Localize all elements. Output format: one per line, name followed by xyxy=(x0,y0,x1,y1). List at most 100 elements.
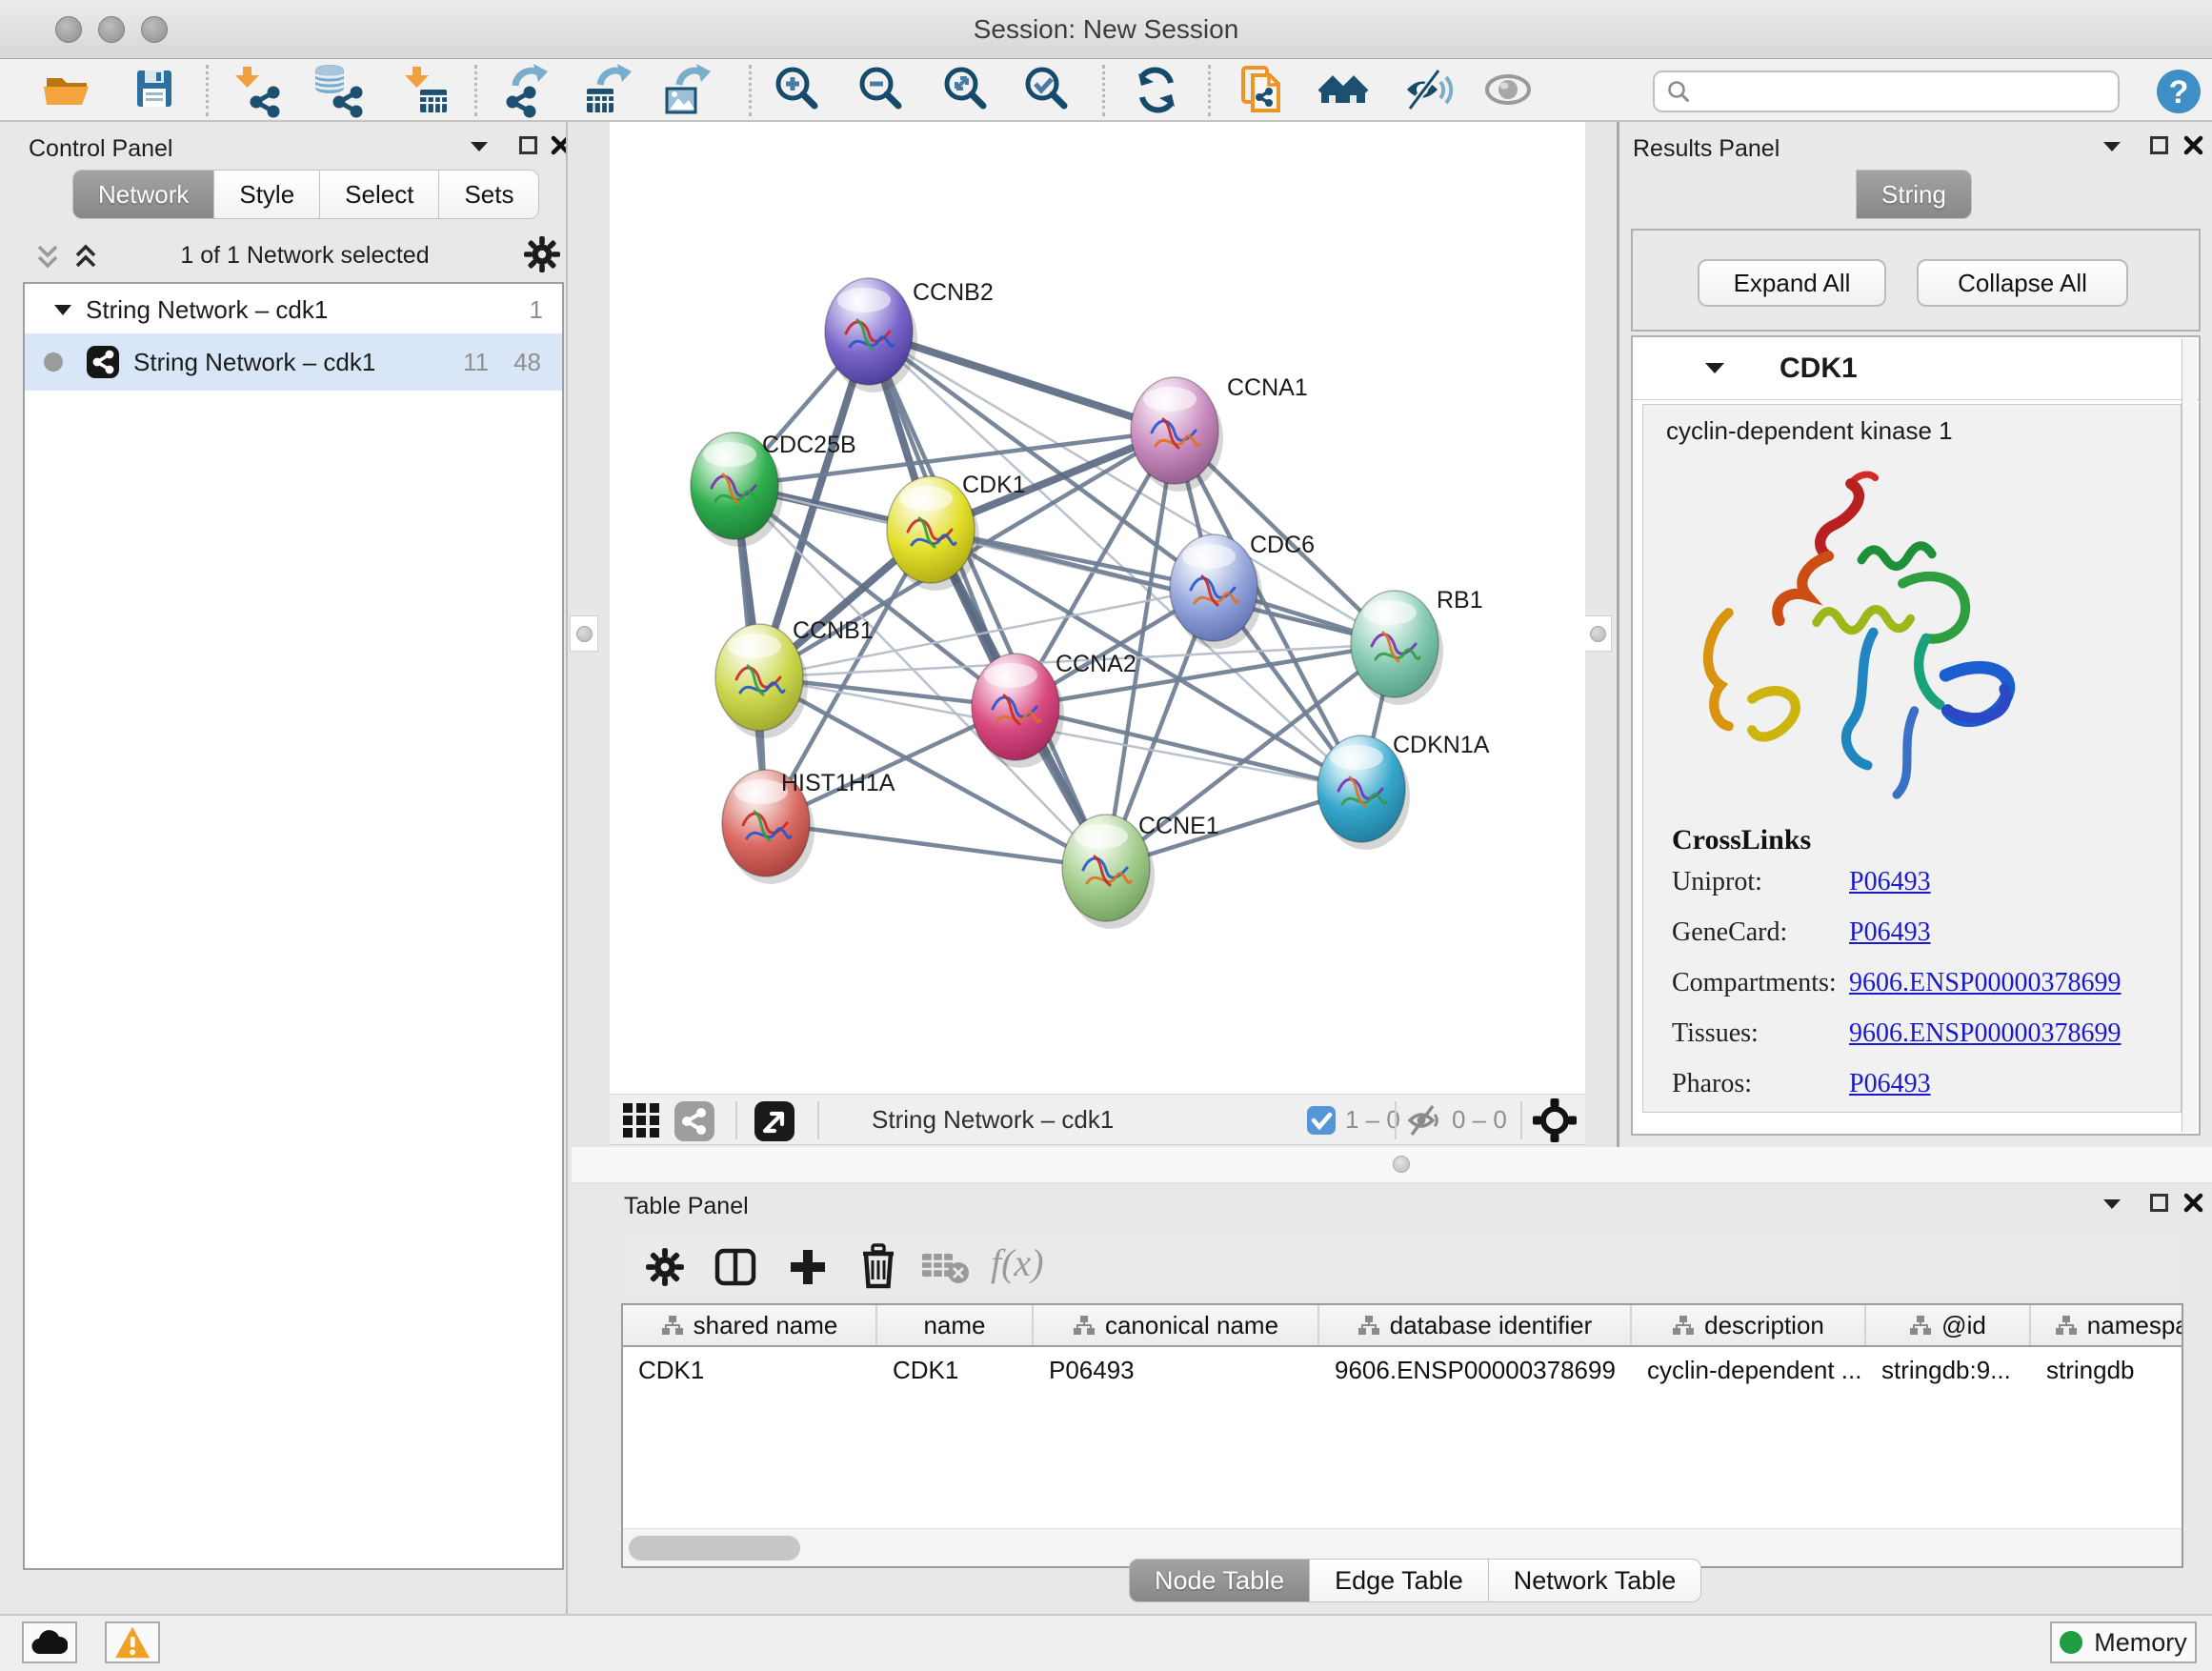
cell-namespace[interactable]: stringdb xyxy=(2031,1349,2183,1391)
share-clipboard-icon[interactable] xyxy=(1237,63,1291,118)
cell-id[interactable]: stringdb:9... xyxy=(1866,1349,2031,1391)
open-in-new-window-icon[interactable] xyxy=(753,1099,796,1143)
results-panel-close-icon[interactable] xyxy=(2183,135,2203,155)
collapse-all-networks-icon[interactable] xyxy=(34,240,61,272)
cell-database-identifier[interactable]: 9606.ENSP00000378699 xyxy=(1319,1349,1632,1391)
function-builder-icon[interactable]: f(x) xyxy=(991,1240,1044,1285)
network-node-CDKN1A[interactable]: CDKN1A xyxy=(1317,732,1490,850)
collapse-all-button[interactable]: Collapse All xyxy=(1917,259,2128,307)
import-network-from-database-icon[interactable] xyxy=(312,63,365,118)
network-label: String Network – cdk1 xyxy=(133,348,375,377)
network-node-CCNE1[interactable]: CCNE1 xyxy=(1062,813,1219,929)
column-header-canonical-name[interactable]: canonical name xyxy=(1034,1305,1319,1345)
preview-icon[interactable] xyxy=(1481,63,1535,118)
import-table-icon[interactable] xyxy=(399,63,452,118)
table-panel-maximize-icon[interactable] xyxy=(2149,1193,2169,1213)
tab-sets[interactable]: Sets xyxy=(439,170,539,219)
help-icon[interactable]: ? xyxy=(2152,67,2205,122)
network-edge-CCNA1-CCNE1[interactable] xyxy=(1106,431,1175,868)
export-network-icon[interactable] xyxy=(502,63,555,118)
tab-string[interactable]: String xyxy=(1856,170,1972,219)
home-network-icon[interactable] xyxy=(1318,63,1372,118)
network-canvas[interactable]: CCNB2CCNA1CDC25BCDK1CDC6RB1CCNB1CCNA2CDK… xyxy=(610,122,1585,1094)
network-options-gear-icon[interactable] xyxy=(522,234,562,274)
results-panel-maximize-icon[interactable] xyxy=(2149,135,2169,155)
horizontal-splitter-handle[interactable] xyxy=(1393,1156,1410,1173)
tab-node-table[interactable]: Node Table xyxy=(1129,1559,1310,1602)
tissues-link[interactable]: 9606.ENSP00000378699 xyxy=(1849,1018,2121,1049)
open-session-icon[interactable] xyxy=(40,63,93,118)
cell-canonical-name[interactable]: P06493 xyxy=(1034,1349,1319,1391)
control-panel-maximize-icon[interactable] xyxy=(518,135,538,155)
table-row[interactable]: CDK1 CDK1 P06493 9606.ENSP00000378699 cy… xyxy=(623,1349,2183,1391)
birds-eye-view-icon[interactable] xyxy=(1532,1097,1578,1143)
gene-collapse-icon[interactable] xyxy=(1703,361,1726,375)
cell-shared-name[interactable]: CDK1 xyxy=(623,1349,877,1391)
memory-button[interactable]: Memory xyxy=(2050,1621,2197,1663)
hide-unhide-icon[interactable] xyxy=(1402,63,1456,118)
right-splitter-handle[interactable] xyxy=(1583,615,1612,652)
pharos-link[interactable]: P06493 xyxy=(1849,1069,1931,1099)
column-header-database-identifier[interactable]: database identifier xyxy=(1319,1305,1632,1345)
delete-column-trash-icon[interactable] xyxy=(855,1242,901,1290)
search-input[interactable] xyxy=(1653,70,2120,112)
cell-name[interactable]: CDK1 xyxy=(877,1349,1034,1391)
scrollbar-thumb[interactable] xyxy=(629,1536,800,1560)
cloud-sync-button[interactable] xyxy=(22,1621,77,1663)
compartments-link[interactable]: 9606.ENSP00000378699 xyxy=(1849,968,2121,998)
tab-select[interactable]: Select xyxy=(320,170,439,219)
network-collection-row[interactable]: String Network – cdk1 1 xyxy=(25,286,562,333)
gene-section-header[interactable]: CDK1 xyxy=(1633,337,2199,400)
network-edge-HIST1H1A-CCNE1[interactable] xyxy=(766,823,1106,868)
selected-checkbox-icon[interactable] xyxy=(1307,1106,1336,1135)
network-node-label: CDK1 xyxy=(962,472,1026,498)
network-edge-CCNB2-CCNE1[interactable] xyxy=(869,332,1106,868)
zoom-in-icon[interactable] xyxy=(771,63,824,118)
uniprot-link[interactable]: P06493 xyxy=(1849,867,1931,897)
grid-view-icon[interactable] xyxy=(621,1101,661,1139)
tab-network[interactable]: Network xyxy=(72,170,214,219)
hidden-eye-slash-icon[interactable] xyxy=(1406,1103,1444,1137)
expand-all-networks-icon[interactable] xyxy=(72,240,99,272)
column-header-id[interactable]: @id xyxy=(1866,1305,2031,1345)
tab-network-table[interactable]: Network Table xyxy=(1489,1559,1702,1602)
tab-style[interactable]: Style xyxy=(214,170,320,219)
zoom-selected-icon[interactable] xyxy=(1020,63,1074,118)
table-panel-close-icon[interactable] xyxy=(2183,1193,2203,1213)
network-node-CDC25B[interactable]: CDC25B xyxy=(691,432,856,547)
save-session-icon[interactable] xyxy=(128,63,181,118)
zoom-out-icon[interactable] xyxy=(855,63,908,118)
column-header-name[interactable]: name xyxy=(877,1305,1034,1345)
add-column-icon[interactable] xyxy=(785,1244,831,1290)
cell-description[interactable]: cyclin-dependent ... xyxy=(1632,1349,1866,1391)
results-scrollbar[interactable] xyxy=(2182,339,2197,1132)
table-panel-float-icon[interactable] xyxy=(2101,1198,2122,1211)
column-header-namespace[interactable]: namespace xyxy=(2031,1305,2183,1345)
horizontal-splitter[interactable] xyxy=(572,1147,2212,1183)
show-columns-icon[interactable] xyxy=(713,1244,758,1290)
results-panel-float-icon[interactable] xyxy=(2101,140,2122,153)
network-node-CCNB2[interactable]: CCNB2 xyxy=(825,278,994,393)
left-splitter-handle[interactable] xyxy=(570,615,598,652)
refresh-icon[interactable] xyxy=(1130,63,1183,118)
zoom-fit-icon[interactable] xyxy=(939,63,993,118)
warnings-button[interactable] xyxy=(105,1621,160,1663)
export-table-icon[interactable] xyxy=(583,63,636,118)
network-node-RB1[interactable]: RB1 xyxy=(1351,587,1483,705)
network-node-HIST1H1A[interactable]: HIST1H1A xyxy=(722,770,895,884)
share-view-icon[interactable] xyxy=(673,1099,716,1143)
expand-all-button[interactable]: Expand All xyxy=(1698,259,1886,307)
export-image-icon[interactable] xyxy=(662,63,715,118)
network-row-selected[interactable]: String Network – cdk1 11 48 xyxy=(25,333,562,391)
column-header-shared-name[interactable]: shared name xyxy=(623,1305,877,1345)
control-panel-float-icon[interactable] xyxy=(469,140,490,153)
delete-table-icon[interactable] xyxy=(920,1250,970,1286)
tab-edge-table[interactable]: Edge Table xyxy=(1310,1559,1489,1602)
import-network-icon[interactable] xyxy=(231,63,284,118)
column-header-description[interactable]: description xyxy=(1632,1305,1866,1345)
collection-expand-icon[interactable] xyxy=(53,304,72,316)
table-settings-gear-icon[interactable] xyxy=(644,1246,686,1288)
network-status-dot-icon xyxy=(44,352,63,372)
genecard-link[interactable]: P06493 xyxy=(1849,917,1931,948)
network-node-CDC6[interactable]: CDC6 xyxy=(1170,532,1315,649)
